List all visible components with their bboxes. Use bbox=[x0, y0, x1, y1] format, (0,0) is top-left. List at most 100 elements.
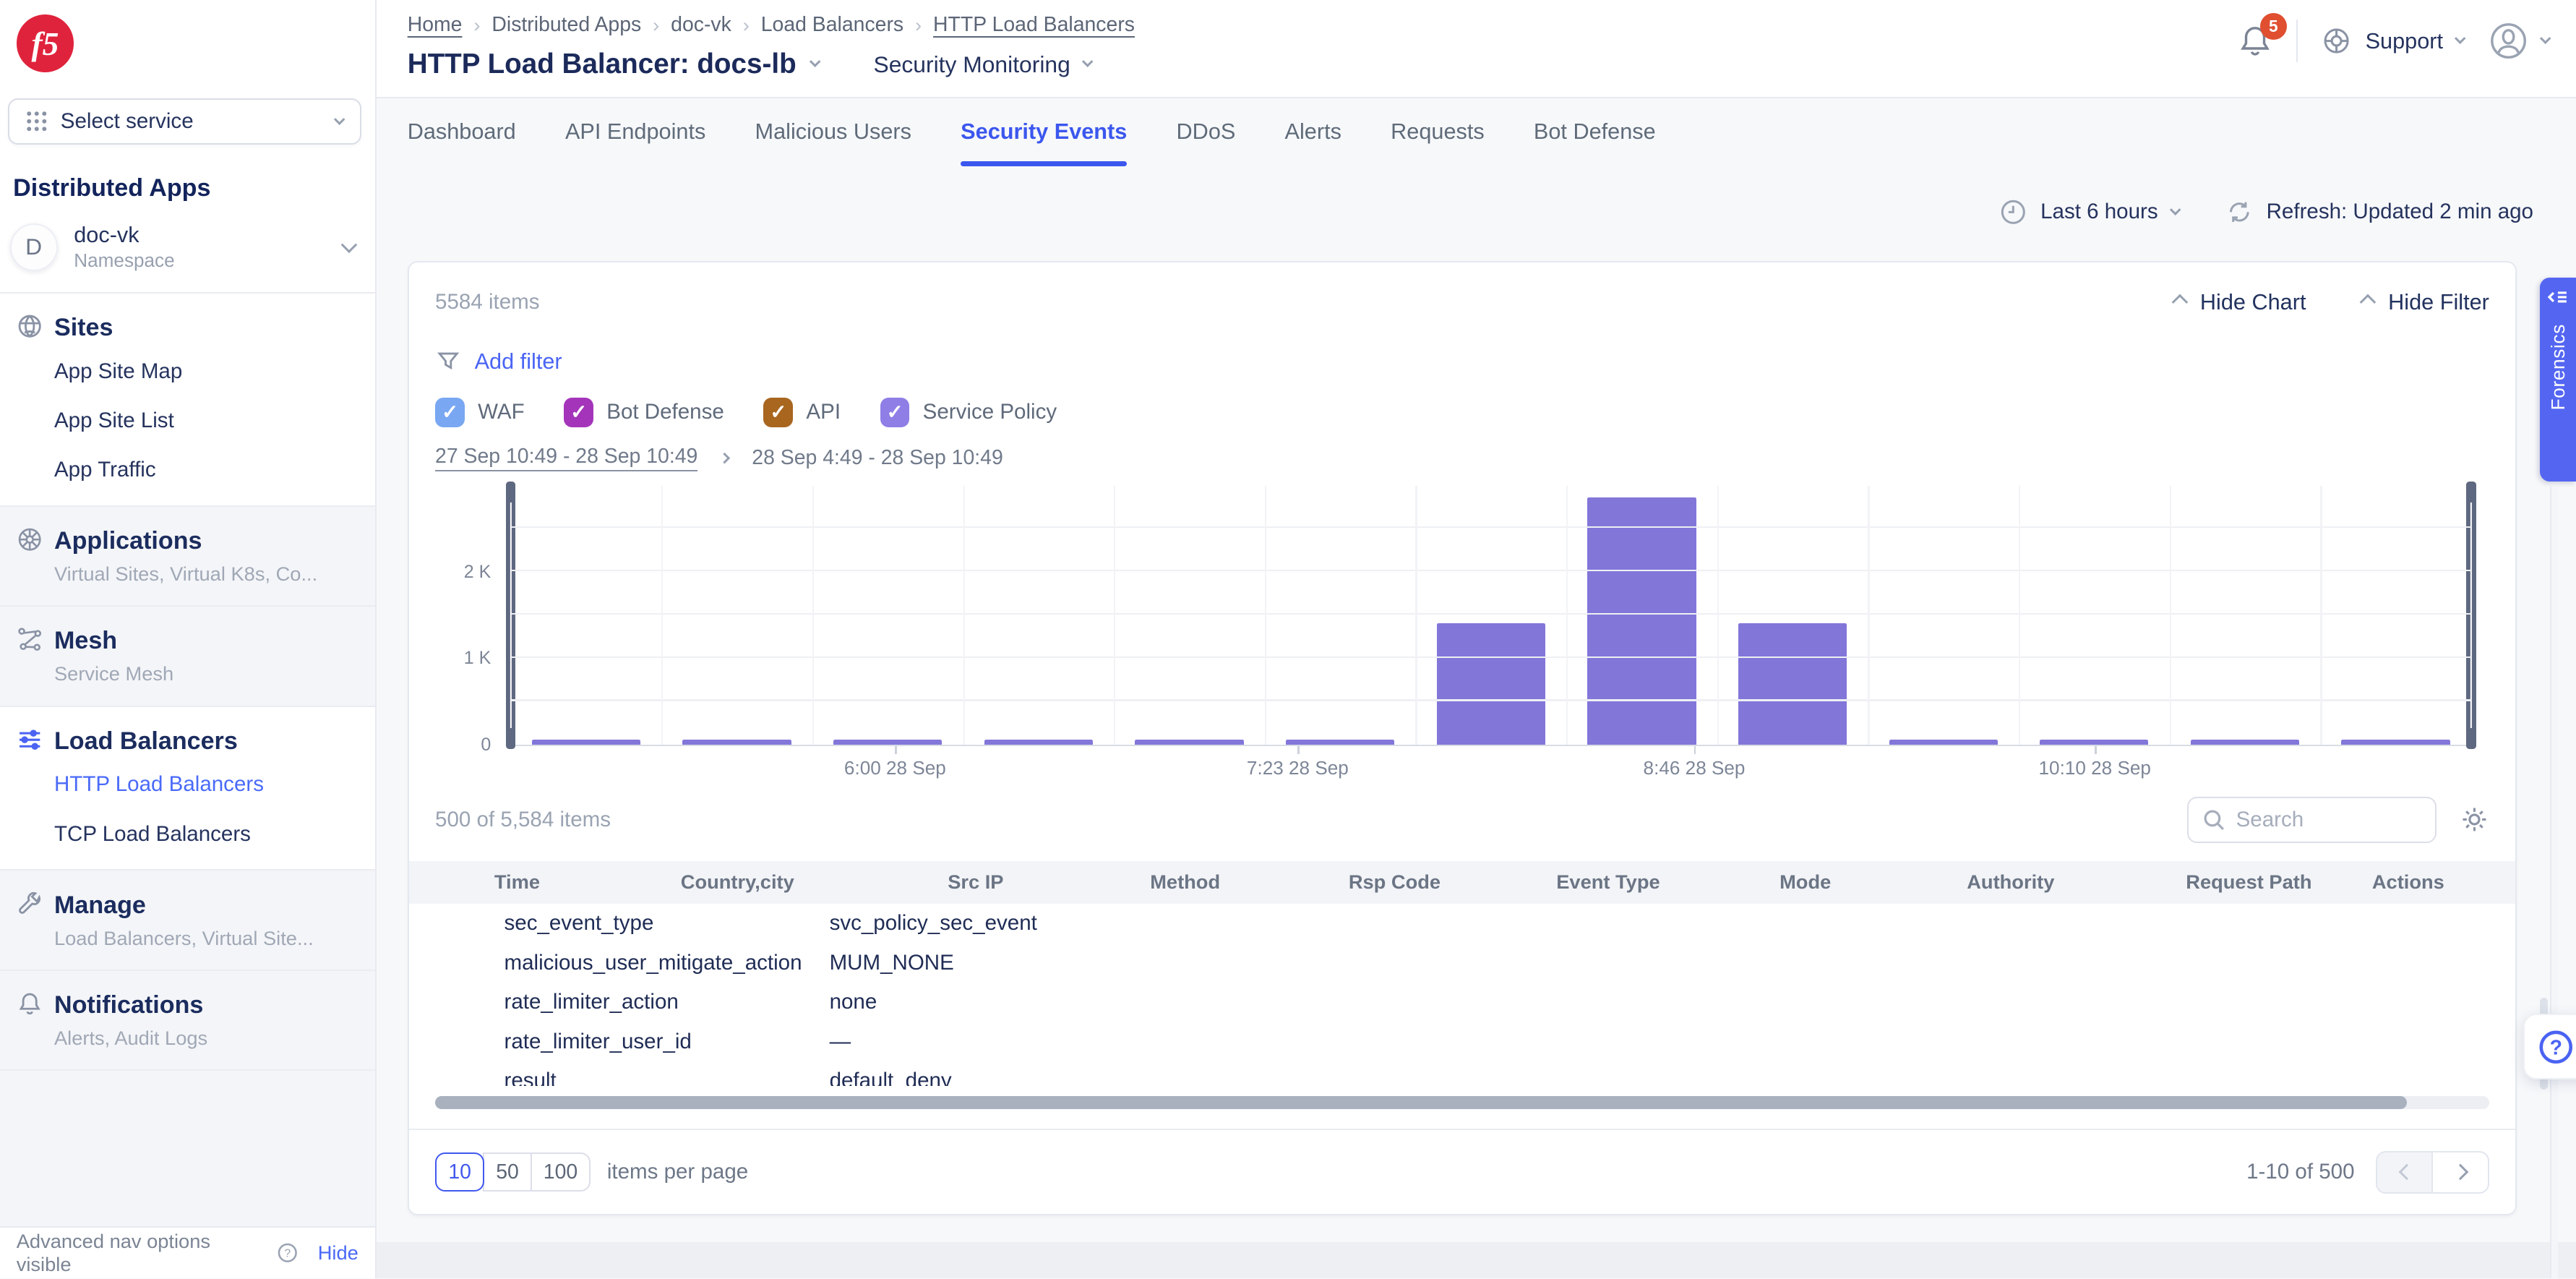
tab-ddos[interactable]: DDoS bbox=[1177, 119, 1236, 166]
help-button[interactable]: ? bbox=[2523, 1014, 2576, 1079]
row-field-value: — bbox=[830, 1030, 851, 1054]
filter-checkbox-service-policy[interactable]: ✓Service Policy bbox=[880, 398, 1057, 427]
column-header-authority[interactable]: Authority bbox=[1896, 871, 2126, 894]
breadcrumb-item[interactable]: Load Balancers bbox=[761, 13, 903, 37]
horizontal-scrollbar-thumb[interactable] bbox=[435, 1096, 2407, 1109]
namespace-selector[interactable]: D doc-vk Namespace bbox=[0, 213, 375, 292]
context-menu-security-monitoring[interactable]: Security Monitoring bbox=[873, 51, 1091, 78]
breadcrumb-item[interactable]: HTTP Load Balancers bbox=[933, 13, 1135, 37]
chart-bar[interactable] bbox=[1286, 740, 1394, 745]
page-size-button-50[interactable]: 50 bbox=[483, 1152, 532, 1192]
column-header-event-type[interactable]: Event Type bbox=[1501, 871, 1714, 894]
column-header-request-path[interactable]: Request Path bbox=[2126, 871, 2372, 894]
chart-bar[interactable] bbox=[682, 740, 791, 745]
support-menu[interactable]: Support bbox=[2321, 25, 2464, 56]
chart-bar[interactable] bbox=[2191, 740, 2299, 745]
sidebar-item-tcp-load-balancers[interactable]: TCP Load Balancers bbox=[54, 822, 359, 847]
column-header-mode[interactable]: Mode bbox=[1715, 871, 1896, 894]
filter-checkbox-bot-defense[interactable]: ✓Bot Defense bbox=[564, 398, 724, 427]
column-header-rsp-code[interactable]: Rsp Code bbox=[1288, 871, 1501, 894]
chart-bar-slot bbox=[511, 486, 662, 744]
chart-bar[interactable] bbox=[833, 740, 942, 745]
account-menu[interactable] bbox=[2487, 20, 2549, 62]
previous-page-button[interactable] bbox=[2376, 1151, 2434, 1194]
chart-plot-area bbox=[511, 486, 2471, 745]
hide-chart-button[interactable]: Hide Chart bbox=[2174, 289, 2306, 315]
chart-bar[interactable] bbox=[1587, 497, 1696, 744]
chart-bar[interactable] bbox=[1437, 623, 1545, 745]
section-title-load-balancers[interactable]: Load Balancers bbox=[54, 727, 238, 756]
info-circle-icon[interactable]: ? bbox=[277, 1242, 299, 1264]
tab-bar: Dashboard API Endpoints Malicious Users Sec… bbox=[408, 119, 2576, 166]
sidebar-item-app-traffic[interactable]: App Traffic bbox=[54, 458, 359, 482]
column-header-method[interactable]: Method bbox=[1083, 871, 1288, 894]
tab-malicious-users[interactable]: Malicious Users bbox=[755, 119, 911, 166]
table-row[interactable]: sec_event_typesvc_policy_sec_event bbox=[409, 904, 2516, 944]
time-range-selector[interactable]: Last 6 hours bbox=[1999, 198, 2179, 226]
chart-bar-slot bbox=[2320, 486, 2471, 744]
service-selector[interactable]: Select service bbox=[8, 98, 361, 145]
table-row[interactable]: rate_limiter_actionnone bbox=[409, 983, 2516, 1022]
sidebar-footer: Advanced nav options visible ? Hide bbox=[0, 1226, 375, 1279]
chart-bar[interactable] bbox=[532, 740, 640, 745]
chart-bar[interactable] bbox=[2040, 740, 2148, 745]
date-range-selected[interactable]: 27 Sep 10:49 - 28 Sep 10:49 bbox=[435, 445, 697, 471]
chevron-down-icon[interactable] bbox=[810, 56, 821, 68]
checkbox-checked-icon: ✓ bbox=[763, 398, 793, 427]
column-header-time[interactable]: Time bbox=[409, 871, 606, 894]
svg-text:?: ? bbox=[284, 1248, 291, 1260]
hide-filter-button[interactable]: Hide Filter bbox=[2362, 289, 2489, 315]
column-header-src-ip[interactable]: Src IP bbox=[869, 871, 1082, 894]
chart-bar[interactable] bbox=[2341, 740, 2450, 745]
section-title-sites[interactable]: Sites bbox=[54, 313, 113, 343]
breadcrumb-item[interactable]: doc-vk bbox=[671, 13, 731, 37]
column-header-country-city[interactable]: Country,city bbox=[606, 871, 869, 894]
f5-logo[interactable]: f5 bbox=[17, 14, 74, 72]
tab-dashboard[interactable]: Dashboard bbox=[408, 119, 516, 166]
next-page-button[interactable] bbox=[2431, 1151, 2489, 1194]
column-header-actions[interactable]: Actions bbox=[2372, 871, 2466, 894]
notifications-bell-button[interactable]: 5 bbox=[2237, 23, 2273, 59]
tab-requests[interactable]: Requests bbox=[1391, 119, 1485, 166]
add-filter-button[interactable]: Add filter bbox=[475, 348, 562, 375]
chart-bar[interactable] bbox=[1889, 740, 1998, 745]
search-input[interactable] bbox=[2236, 808, 2422, 832]
sidebar-section-notifications[interactable]: Notifications Alerts, Audit Logs bbox=[0, 970, 375, 1070]
chevron-up-icon bbox=[2171, 294, 2187, 310]
section-title-mesh: Mesh bbox=[54, 626, 117, 656]
sidebar-section-mesh[interactable]: Mesh Service Mesh bbox=[0, 605, 375, 706]
chart-bar[interactable] bbox=[1738, 623, 1847, 745]
table-row[interactable]: malicious_user_mitigate_actionMUM_NONE bbox=[409, 943, 2516, 983]
tab-security-events[interactable]: Security Events bbox=[961, 119, 1127, 166]
tab-api-endpoints[interactable]: API Endpoints bbox=[565, 119, 705, 166]
brush-handle-left[interactable] bbox=[506, 482, 516, 750]
hide-filter-label: Hide Filter bbox=[2388, 289, 2489, 315]
table-row[interactable]: resultdefault_deny bbox=[409, 1061, 2516, 1086]
page-size-button-10[interactable]: 10 bbox=[435, 1152, 484, 1192]
filter-checkbox-waf[interactable]: ✓WAF bbox=[435, 398, 525, 427]
forensics-side-tab[interactable]: Forensics bbox=[2540, 278, 2576, 482]
sidebar-section-applications[interactable]: Applications Virtual Sites, Virtual K8s,… bbox=[0, 505, 375, 606]
sidebar-item-app-site-list[interactable]: App Site List bbox=[54, 408, 359, 433]
chart-bar[interactable] bbox=[984, 740, 1093, 745]
sidebar-section-manage[interactable]: Manage Load Balancers, Virtual Site... bbox=[0, 869, 375, 970]
filter-checkbox-api[interactable]: ✓API bbox=[763, 398, 841, 427]
refresh-button[interactable]: Refresh: Updated 2 min ago bbox=[2225, 198, 2533, 226]
sidebar-item-http-load-balancers[interactable]: HTTP Load Balancers bbox=[54, 772, 359, 797]
breadcrumb-item[interactable]: Home bbox=[408, 13, 463, 37]
sidebar-item-app-site-map[interactable]: App Site Map bbox=[54, 359, 359, 384]
brush-handle-right[interactable] bbox=[2466, 482, 2476, 750]
table-search[interactable] bbox=[2187, 797, 2437, 843]
vertical-scrollbar-track[interactable] bbox=[2550, 487, 2558, 1279]
table-settings-button[interactable] bbox=[2460, 805, 2489, 834]
table-row[interactable]: rate_limiter_user_id— bbox=[409, 1022, 2516, 1061]
breadcrumb-item[interactable]: Distributed Apps bbox=[491, 13, 641, 37]
tab-bot-defense[interactable]: Bot Defense bbox=[1534, 119, 1656, 166]
tab-alerts[interactable]: Alerts bbox=[1285, 119, 1341, 166]
horizontal-scrollbar[interactable] bbox=[435, 1096, 2489, 1109]
page-size-button-100[interactable]: 100 bbox=[531, 1152, 591, 1192]
chart-bar[interactable] bbox=[1135, 740, 1243, 745]
hide-advanced-nav-link[interactable]: Hide bbox=[318, 1241, 359, 1265]
section-title-notifications: Notifications bbox=[54, 991, 203, 1020]
namespace-label: Namespace bbox=[74, 249, 327, 272]
